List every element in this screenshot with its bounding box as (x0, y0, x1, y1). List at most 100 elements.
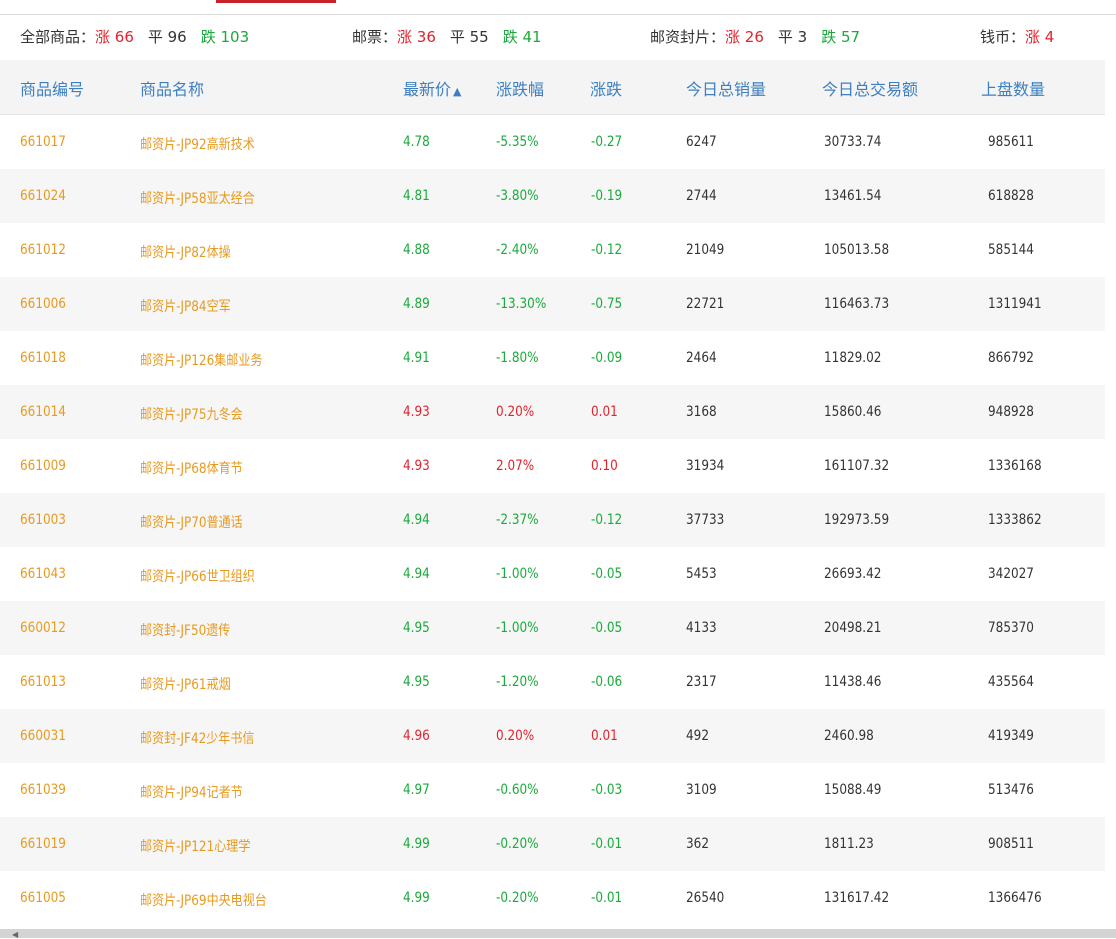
cell-code[interactable]: 661039 (20, 782, 66, 798)
table-row[interactable]: 660012 邮资封-JF50遗传 4.95 -1.00% -0.05 4133 20498… (0, 601, 1105, 655)
cell-code[interactable]: 661024 (20, 188, 66, 204)
cell-code[interactable]: 661012 (20, 242, 66, 258)
table-row[interactable]: 661012 邮资片-JP82体操 4.88 -2.40% -0.12 21049 1050… (0, 223, 1105, 277)
cell-price: 4.89 (403, 296, 430, 312)
table-row[interactable]: 661009 邮资片-JP68体育节 4.93 2.07% 0.10 31934 16110… (0, 439, 1105, 493)
summary-label: 邮资封片： (650, 28, 726, 46)
cell-name[interactable]: 邮资片-JP82体操 (140, 242, 231, 262)
cell-code[interactable]: 660031 (20, 728, 66, 744)
header-pct[interactable]: 涨跌幅 (496, 76, 544, 100)
cell-name[interactable]: 邮资片-JP75九冬会 (140, 404, 243, 424)
cell-pct: -0.20% (496, 836, 539, 852)
cell-name[interactable]: 邮资片-JP61戒烟 (140, 674, 231, 694)
cell-listed: 1333862 (988, 512, 1042, 528)
header-name[interactable]: 商品名称 (140, 76, 204, 100)
cell-amount: 20498.21 (824, 620, 882, 636)
cell-name[interactable]: 邮资片-JP68体育节 (140, 458, 243, 478)
header-code[interactable]: 商品编号 (20, 76, 84, 100)
cell-price: 4.96 (403, 728, 430, 744)
cell-code[interactable]: 661005 (20, 890, 66, 906)
cell-pct: -2.40% (496, 242, 539, 258)
cell-amount: 105013.58 (824, 242, 890, 258)
cell-name[interactable]: 邮资片-JP94记者节 (140, 782, 243, 802)
cell-price: 4.93 (403, 458, 430, 474)
cell-name[interactable]: 邮资片-JP126集邮业务 (140, 350, 262, 370)
header-change[interactable]: 涨跌 (590, 76, 622, 100)
cell-pct: -13.30% (496, 296, 547, 312)
active-tab-indicator (216, 0, 336, 3)
cell-code[interactable]: 660012 (20, 620, 66, 636)
cell-code[interactable]: 661006 (20, 296, 66, 312)
summary-postal-covers[interactable]: 邮资封片：涨 26 平 3 跌 57 (650, 26, 860, 47)
cell-amount: 1811.23 (824, 836, 874, 852)
cell-listed: 908511 (988, 836, 1034, 852)
table-row[interactable]: 661043 邮资片-JP66世卫组织 4.94 -1.00% -0.05 5453 266… (0, 547, 1105, 601)
cell-name[interactable]: 邮资片-JP70普通话 (140, 512, 243, 532)
cell-code[interactable]: 661017 (20, 134, 66, 150)
table-row[interactable]: 661003 邮资片-JP70普通话 4.94 -2.37% -0.12 37733 192… (0, 493, 1105, 547)
cell-name[interactable]: 邮资片-JP69中央电视台 (140, 890, 267, 910)
table-row[interactable]: 661005 邮资片-JP69中央电视台 4.99 -0.20% -0.01 26540 1… (0, 871, 1105, 925)
cell-listed: 585144 (988, 242, 1034, 258)
table-row[interactable]: 661018 邮资片-JP126集邮业务 4.91 -1.80% -0.09 2464 11… (0, 331, 1105, 385)
cell-code[interactable]: 661014 (20, 404, 66, 420)
cell-price: 4.95 (403, 620, 430, 636)
cell-price: 4.94 (403, 566, 430, 582)
table-row[interactable]: 660031 邮资封-JF42少年书信 4.96 0.20% 0.01 492 2460.9… (0, 709, 1105, 763)
table-row[interactable]: 661024 邮资片-JP58亚太经合 4.81 -3.80% -0.19 2744 134… (0, 169, 1105, 223)
header-amount[interactable]: 今日总交易额 (822, 76, 918, 100)
cell-listed: 1336168 (988, 458, 1042, 474)
cell-code[interactable]: 661018 (20, 350, 66, 366)
cell-code[interactable]: 661009 (20, 458, 66, 474)
cell-change: -0.06 (591, 674, 623, 690)
cell-code[interactable]: 661043 (20, 566, 66, 582)
table-row[interactable]: 661017 邮资片-JP92高新技术 4.78 -5.35% -0.27 6247 307… (0, 115, 1105, 169)
cell-code[interactable]: 661013 (20, 674, 66, 690)
cell-volume: 3109 (686, 782, 717, 798)
table-row[interactable]: 661019 邮资片-JP121心理学 4.99 -0.20% -0.01 362 1811… (0, 817, 1105, 871)
summary-coins[interactable]: 钱币：涨 4 (980, 26, 1054, 47)
cell-price: 4.99 (403, 836, 430, 852)
cell-name[interactable]: 邮资片-JP121心理学 (140, 836, 250, 856)
summary-stamps[interactable]: 邮票：涨 36 平 55 跌 41 (352, 26, 542, 47)
table-row[interactable]: 661039 邮资片-JP94记者节 4.97 -0.60% -0.03 3109 1508… (0, 763, 1105, 817)
cell-amount: 11829.02 (824, 350, 882, 366)
cell-price: 4.94 (403, 512, 430, 528)
header-volume[interactable]: 今日总销量 (686, 76, 766, 100)
table-row[interactable]: 661014 邮资片-JP75九冬会 4.93 0.20% 0.01 3168 15860.… (0, 385, 1105, 439)
cell-listed: 985611 (988, 134, 1034, 150)
cell-change: -0.27 (591, 134, 623, 150)
cell-name[interactable]: 邮资封-JF42少年书信 (140, 728, 254, 748)
summary-up-count: 涨 66 (95, 28, 134, 46)
cell-listed: 513476 (988, 782, 1034, 798)
cell-change: -0.12 (591, 512, 623, 528)
cell-amount: 192973.59 (824, 512, 890, 528)
cell-name[interactable]: 邮资片-JP58亚太经合 (140, 188, 255, 208)
header-price-label: 最新价 (403, 80, 452, 99)
cell-listed: 1366476 (988, 890, 1042, 906)
horizontal-scrollbar[interactable] (0, 929, 1116, 938)
cell-pct: -1.20% (496, 674, 539, 690)
table-row[interactable]: 661013 邮资片-JP61戒烟 4.95 -1.20% -0.06 2317 11438… (0, 655, 1105, 709)
cell-pct: 0.20% (496, 728, 535, 744)
cell-change: -0.05 (591, 620, 623, 636)
header-listed[interactable]: 上盘数量 (981, 76, 1045, 100)
cell-name[interactable]: 邮资片-JP84空军 (140, 296, 231, 316)
cell-change: 0.01 (591, 728, 618, 744)
cell-volume: 37733 (686, 512, 725, 528)
cell-name[interactable]: 邮资封-JF50遗传 (140, 620, 230, 640)
cell-name[interactable]: 邮资片-JP66世卫组织 (140, 566, 255, 586)
cell-amount: 15860.46 (824, 404, 882, 420)
cell-code[interactable]: 661003 (20, 512, 66, 528)
summary-label: 钱币： (980, 28, 1026, 46)
cell-name[interactable]: 邮资片-JP92高新技术 (140, 134, 255, 154)
summary-up-count: 涨 4 (1025, 28, 1055, 46)
cell-amount: 13461.54 (824, 188, 882, 204)
cell-price: 4.81 (403, 188, 430, 204)
cell-code[interactable]: 661019 (20, 836, 66, 852)
summary-all[interactable]: 全部商品：涨 66 平 96 跌 103 (20, 26, 249, 47)
header-price[interactable]: 最新价 ▲ (403, 76, 461, 100)
cell-price: 4.99 (403, 890, 430, 906)
summary-label: 邮票： (352, 28, 398, 46)
table-row[interactable]: 661006 邮资片-JP84空军 4.89 -13.30% -0.75 22721 116… (0, 277, 1105, 331)
